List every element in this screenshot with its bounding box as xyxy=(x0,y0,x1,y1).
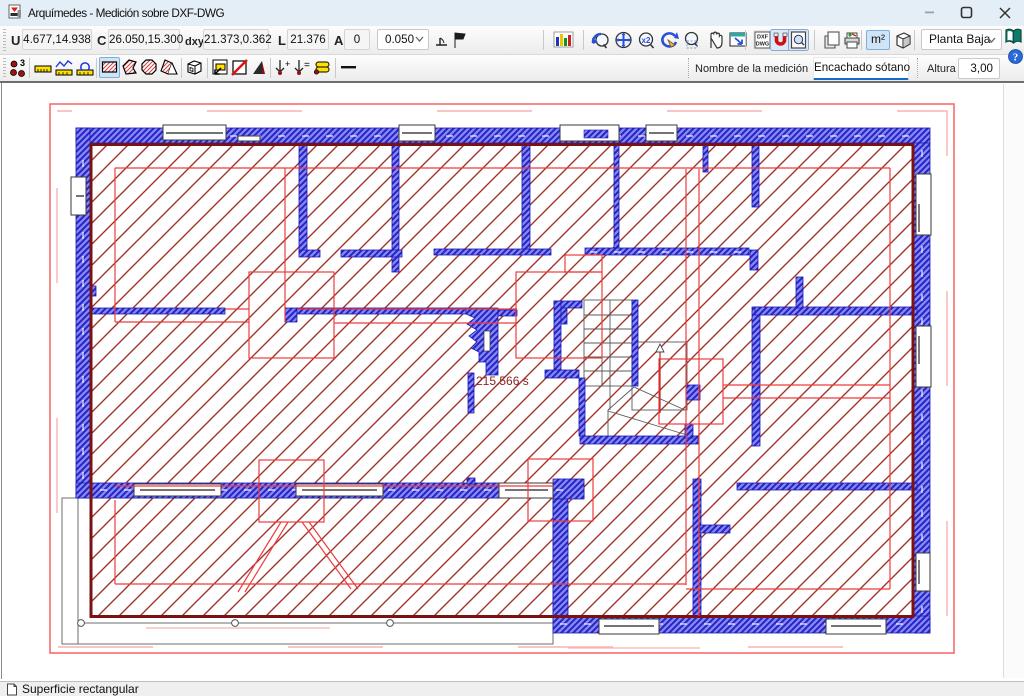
svg-text:+: + xyxy=(285,59,290,69)
svg-text:DWG: DWG xyxy=(756,42,769,48)
svg-text:=: = xyxy=(304,60,310,71)
svg-text:?: ? xyxy=(1013,52,1019,64)
svg-text:3: 3 xyxy=(20,58,25,68)
svg-text:DXF: DXF xyxy=(757,35,769,41)
svg-text:x2: x2 xyxy=(642,36,651,45)
svg-text:215.566 s: 215.566 s xyxy=(476,374,529,388)
